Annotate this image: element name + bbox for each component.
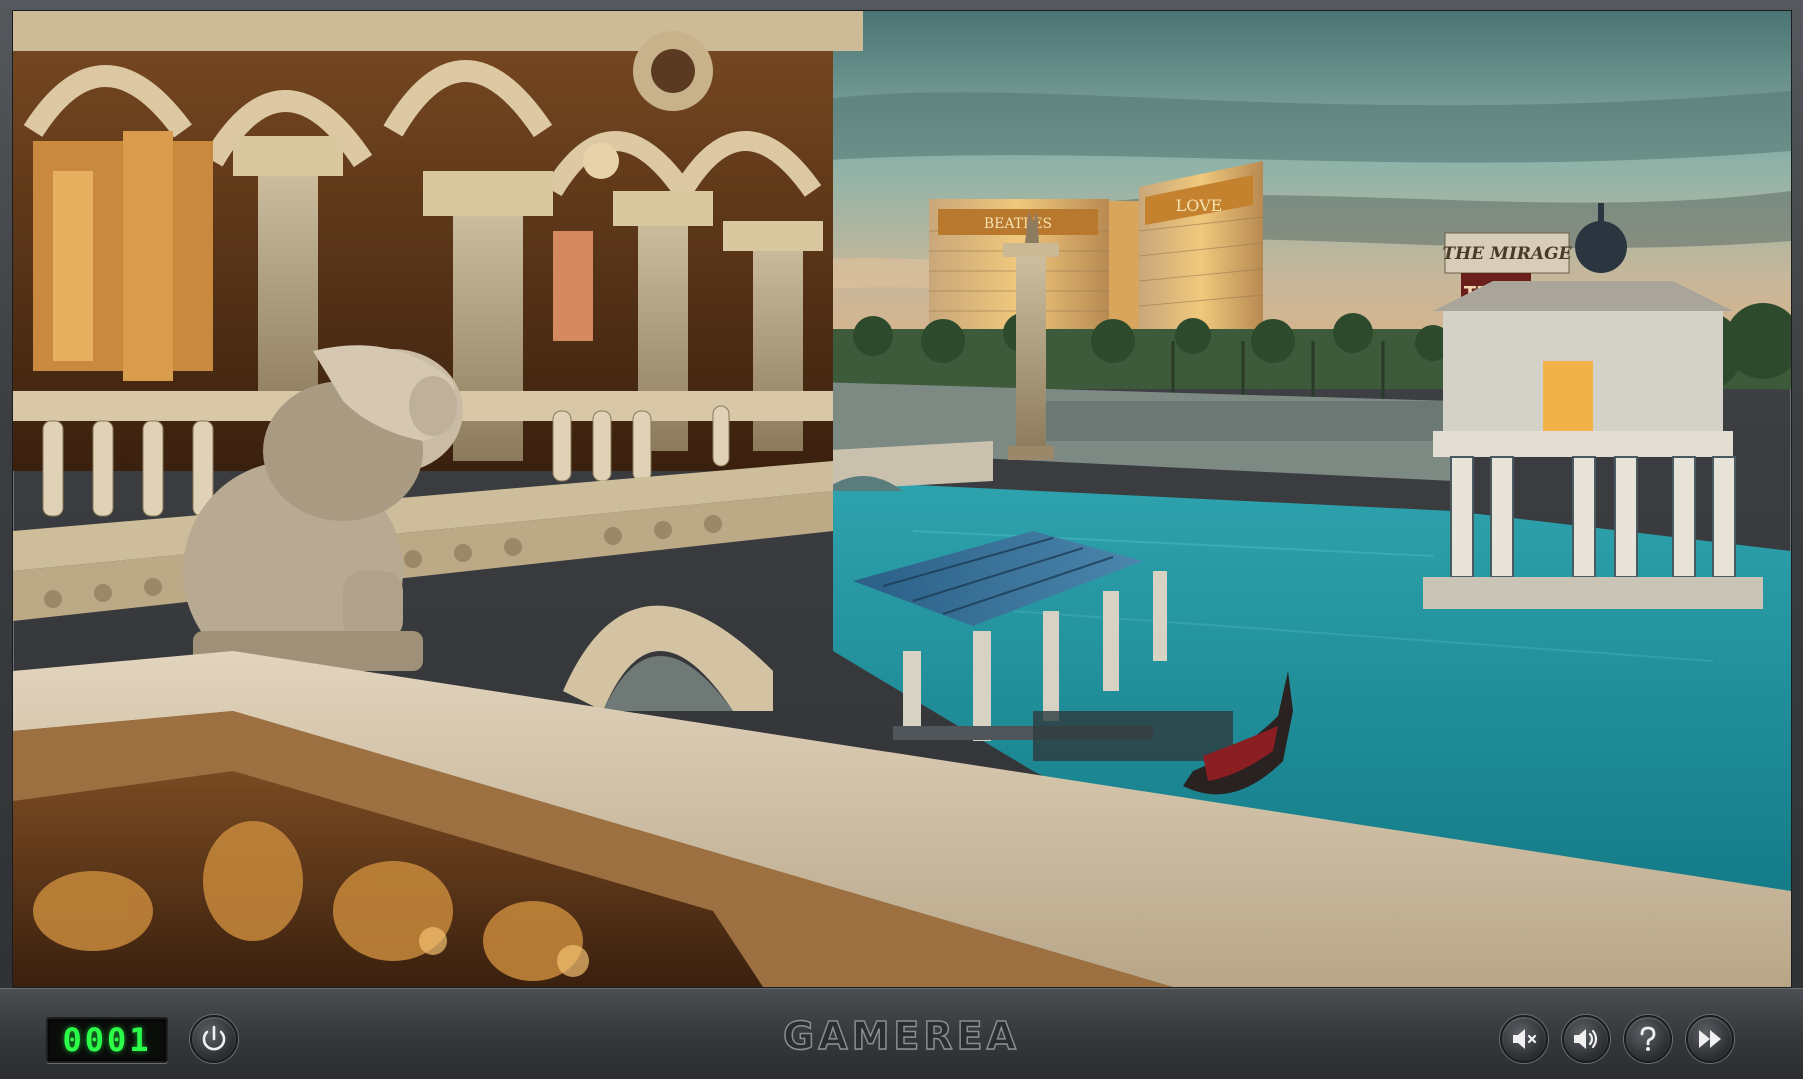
volume-icon [1574,1029,1598,1049]
help-icon [1640,1026,1656,1051]
mute-icon [1513,1029,1537,1049]
fast-forward-icon [1699,1030,1721,1048]
svg-text:THE MIRAGE: THE MIRAGE [1442,244,1572,264]
venetian-palace [13,11,863,711]
volume-button[interactable] [1562,1015,1610,1063]
gamerea-logo: GAMEREA [782,1013,1020,1059]
hidden-object-scene[interactable]: BEATLES LOVE THE MIRAGE TERRY [12,10,1792,988]
power-button[interactable] [190,1015,238,1063]
hotel-sign-love: LOVE [1176,196,1223,215]
found-counter: 0001 [46,1017,168,1063]
skip-button[interactable] [1686,1015,1734,1063]
hotel-sign-beatles: BEATLES [984,216,1052,232]
mute-button[interactable] [1500,1015,1548,1063]
help-button[interactable] [1624,1015,1672,1063]
game-window: BEATLES LOVE THE MIRAGE TERRY [0,0,1803,1079]
power-icon [202,1025,226,1051]
